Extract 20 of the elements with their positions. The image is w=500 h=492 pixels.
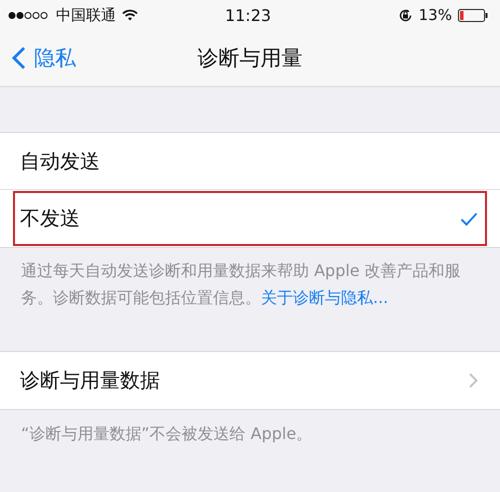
back-button[interactable]: 隐私 (0, 44, 76, 72)
option-row[interactable]: 自动发送 (0, 133, 500, 190)
status-time: 11:23 (224, 6, 272, 24)
data-row[interactable]: 诊断与用量数据 (0, 352, 500, 409)
footer-text: “诊断与用量数据”不会被发送给 Apple。 (21, 423, 314, 445)
checkmark-icon (460, 212, 478, 226)
battery-icon (458, 8, 488, 22)
back-chevron-icon (12, 46, 26, 70)
wifi-icon (122, 9, 138, 21)
rotation-lock-icon (398, 8, 413, 22)
footer-text: 通过每天自动发送诊断和用量数据来帮助 Apple 改善产品和服务。诊断数据可能包括位置信息。关于诊断与隐私... (21, 260, 462, 309)
option-label: 不发送 (20, 205, 80, 232)
option-label: 自动发送 (20, 148, 100, 174)
signal-icon (8, 10, 50, 20)
row-label: 诊断与用量数据 (20, 367, 160, 394)
carrier-name: 中国联通 (56, 6, 116, 24)
option-row[interactable]: 不发送 (12, 190, 488, 247)
chevron-icon (469, 373, 478, 388)
battery-percent: 13% (418, 6, 452, 24)
screen-title: 诊断与用量 (198, 45, 302, 72)
